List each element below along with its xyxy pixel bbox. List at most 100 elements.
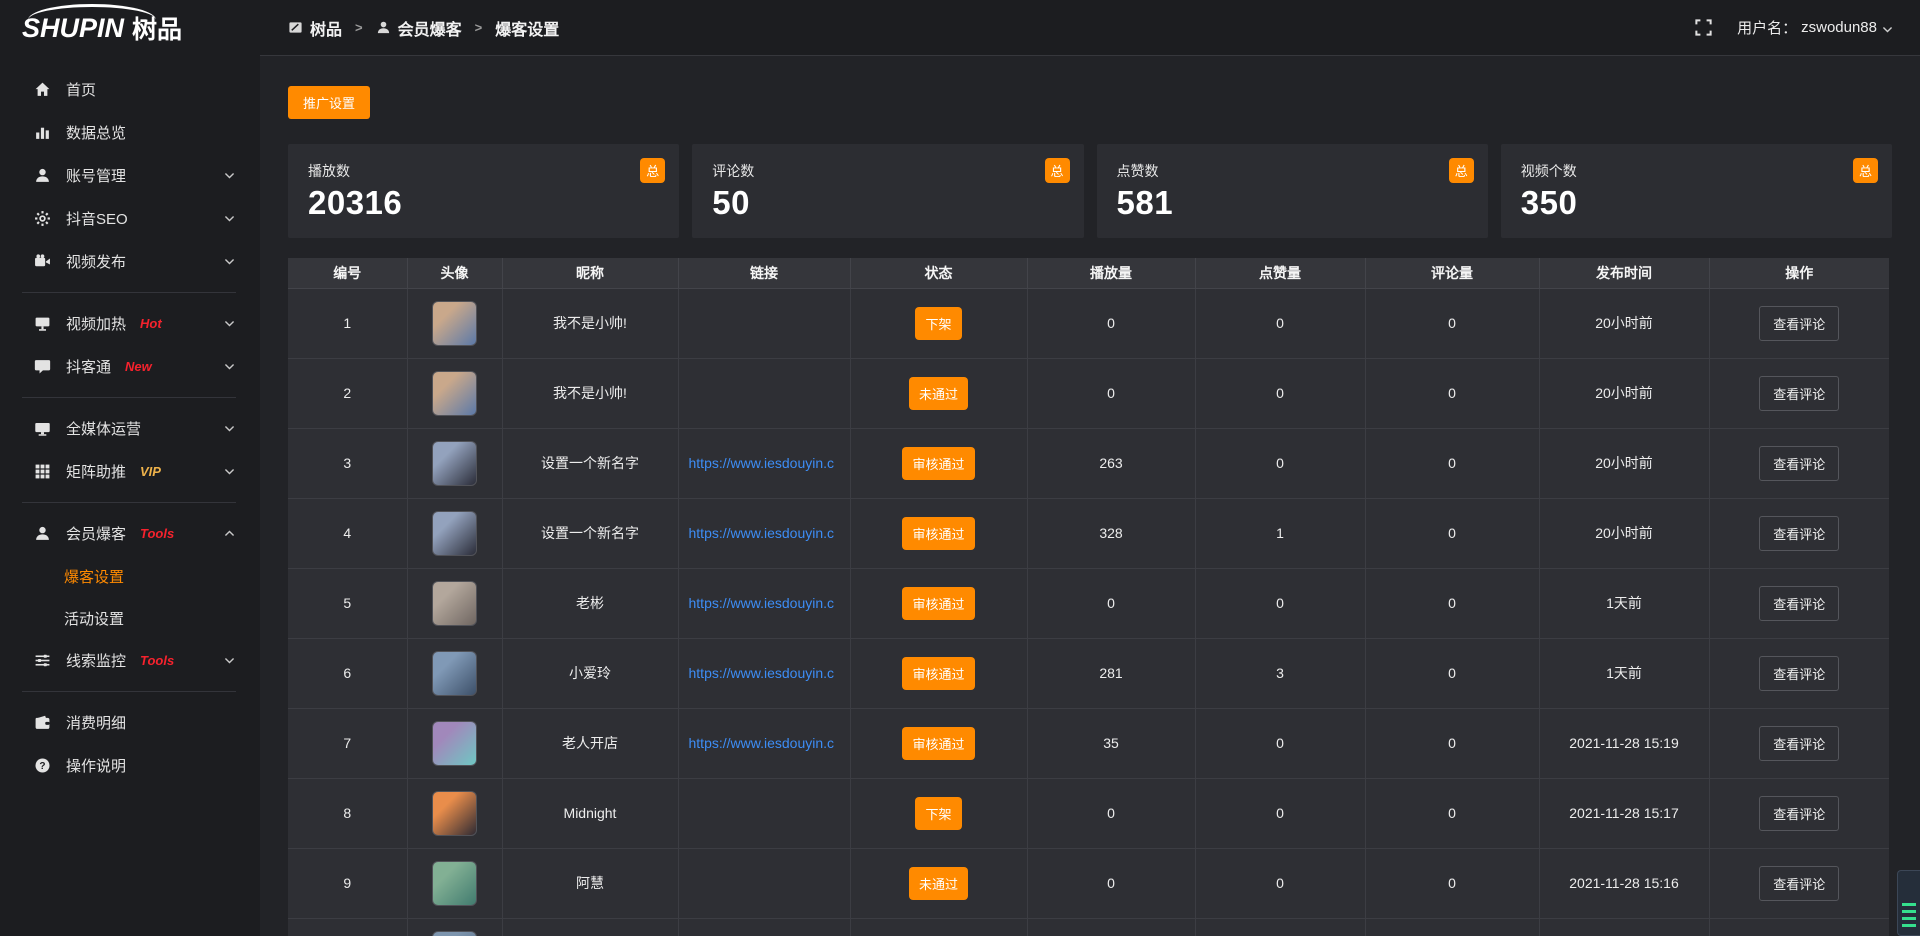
sidebar-item-tag: VIP	[140, 464, 161, 479]
cell-link[interactable]: https://www.iesdouyin.c	[678, 638, 850, 708]
cell-number: 1	[288, 288, 407, 358]
chevron-down-icon	[1881, 23, 1894, 36]
sidebar-item-矩阵助推[interactable]: 矩阵助推VIP	[0, 450, 260, 493]
sidebar-subitem-active-爆客设置[interactable]: 爆客设置	[0, 555, 260, 597]
logo: SHUPIN 树品	[0, 0, 260, 56]
cell-nickname: 老人开店	[502, 708, 678, 778]
sidebar-item-线索监控[interactable]: 线索监控Tools	[0, 639, 260, 682]
video-link[interactable]: https://www.iesdouyin.c	[689, 525, 835, 541]
stat-label: 评论数	[712, 161, 1063, 181]
status-badge-下架: 下架	[915, 797, 961, 830]
sidebar-item-数据总览[interactable]: 数据总览	[0, 111, 260, 154]
cell-number: 5	[288, 568, 407, 638]
sidebar-item-消费明细[interactable]: 消费明细	[0, 701, 260, 744]
cell-plays: 35	[1027, 708, 1195, 778]
column-header-操作: 操作	[1709, 258, 1889, 288]
videos-table: 编号头像昵称链接状态播放量点赞量评论量发布时间操作 1我不是小帅!下架00020…	[288, 258, 1889, 936]
cell-nickname: 我不是小帅!	[502, 358, 678, 428]
question-icon: ?	[34, 757, 51, 774]
sidebar-item-视频加热[interactable]: 视频加热 Hot	[0, 302, 260, 345]
sidebar-item-label: 抖客通	[66, 356, 111, 377]
sliders-icon	[34, 652, 51, 669]
sidebar-item-操作说明[interactable]: ?操作说明	[0, 744, 260, 787]
sidebar-subitem-活动设置[interactable]: 活动设置	[0, 597, 260, 639]
sidebar-item-会员爆客[interactable]: 会员爆客Tools	[0, 512, 260, 555]
cell-plays: 263	[1027, 428, 1195, 498]
cell-link[interactable]: https://www.iesdouyin.c	[678, 428, 850, 498]
status-badge-审核通过: 审核通过	[902, 657, 974, 690]
sidebar-divider	[22, 397, 236, 398]
sidebar-item-视频发布[interactable]: 视频发布	[0, 240, 260, 283]
svg-text:?: ?	[39, 761, 45, 772]
table-wrap: 编号头像昵称链接状态播放量点赞量评论量发布时间操作 1我不是小帅!下架00020…	[288, 258, 1892, 936]
cell-publish-time: 1天前	[1539, 638, 1709, 708]
sidebar-item-全媒体运营[interactable]: 全媒体运营	[0, 407, 260, 450]
view-comments-button[interactable]: 查看评论	[1759, 796, 1839, 831]
cell-status: 未通过	[850, 358, 1027, 428]
avatar	[432, 581, 477, 626]
sidebar-item-首页[interactable]: 首页	[0, 68, 260, 111]
avatar	[432, 441, 477, 486]
cell-avatar	[407, 498, 502, 568]
sidebar-divider	[22, 502, 236, 503]
view-comments-button[interactable]: 查看评论	[1759, 376, 1839, 411]
stat-card-评论数: 评论数50总	[692, 144, 1083, 238]
fullscreen-icon[interactable]	[1694, 18, 1713, 37]
sidebar-item-抖音SEO[interactable]: 抖音SEO	[0, 197, 260, 240]
cell-publish-time: 2021-11-28 15:16	[1539, 848, 1709, 918]
sidebar-item-账号管理[interactable]: 账号管理	[0, 154, 260, 197]
topbar: 树品>会员爆客>爆客设置 用户名：zswodun88	[260, 0, 1920, 56]
video-link[interactable]: https://www.iesdouyin.c	[689, 595, 835, 611]
cell-link[interactable]: https://www.iesdouyin.c	[678, 498, 850, 568]
breadcrumb-item[interactable]: 会员爆客	[376, 16, 462, 40]
cell-link[interactable]: https://www.iesdouyin.c	[678, 568, 850, 638]
cell-number: 4	[288, 498, 407, 568]
cell-likes: 0	[1195, 568, 1365, 638]
cell-publish-time: 2021-11-28 15:19	[1539, 708, 1709, 778]
cell-number: 6	[288, 638, 407, 708]
view-comments-button[interactable]: 查看评论	[1759, 446, 1839, 481]
cell-comments: 0	[1365, 358, 1539, 428]
sidebar-item-label: 会员爆客	[66, 523, 126, 544]
sidebar-item-抖客通[interactable]: 抖客通 New	[0, 345, 260, 388]
cell-likes: 0	[1195, 358, 1365, 428]
avatar	[432, 511, 477, 556]
view-comments-button[interactable]: 查看评论	[1759, 656, 1839, 691]
cell-empty	[850, 918, 1027, 936]
view-comments-button[interactable]: 查看评论	[1759, 866, 1839, 901]
breadcrumb-item[interactable]: 树品	[288, 16, 342, 40]
video-icon	[34, 253, 51, 270]
sidebar-item-tag: New	[125, 359, 152, 374]
cell-publish-time: 20小时前	[1539, 428, 1709, 498]
breadcrumb-separator: >	[475, 20, 483, 35]
sidebar-divider	[22, 292, 236, 293]
video-link[interactable]: https://www.iesdouyin.c	[689, 665, 835, 681]
status-badge-审核通过: 审核通过	[902, 727, 974, 760]
view-comments-button[interactable]: 查看评论	[1759, 516, 1839, 551]
floating-widget[interactable]	[1897, 870, 1920, 936]
video-link[interactable]: https://www.iesdouyin.c	[689, 455, 835, 471]
video-link[interactable]: https://www.iesdouyin.c	[689, 735, 835, 751]
cell-status: 审核通过	[850, 498, 1027, 568]
avatar	[432, 301, 477, 346]
cell-empty	[502, 918, 678, 936]
sidebar-item-label: 视频加热	[66, 313, 126, 334]
avatar	[432, 721, 477, 766]
cell-publish-time: 2021-11-28 15:17	[1539, 778, 1709, 848]
breadcrumb-item[interactable]: 爆客设置	[495, 16, 559, 40]
cell-number	[288, 918, 407, 936]
sidebar-item-tag: Hot	[140, 316, 162, 331]
view-comments-button[interactable]: 查看评论	[1759, 726, 1839, 761]
cell-avatar	[407, 288, 502, 358]
cell-link[interactable]: https://www.iesdouyin.c	[678, 708, 850, 778]
cell-likes: 0	[1195, 778, 1365, 848]
user-menu[interactable]: 用户名：zswodun88	[1737, 17, 1894, 38]
view-comments-button[interactable]: 查看评论	[1759, 306, 1839, 341]
avatar	[432, 791, 477, 836]
stat-card-播放数: 播放数20316总	[288, 144, 679, 238]
cell-plays: 0	[1027, 358, 1195, 428]
chat-icon	[34, 358, 51, 375]
promotion-settings-button[interactable]: 推广设置	[288, 86, 370, 119]
view-comments-button[interactable]: 查看评论	[1759, 586, 1839, 621]
cell-link	[678, 848, 850, 918]
